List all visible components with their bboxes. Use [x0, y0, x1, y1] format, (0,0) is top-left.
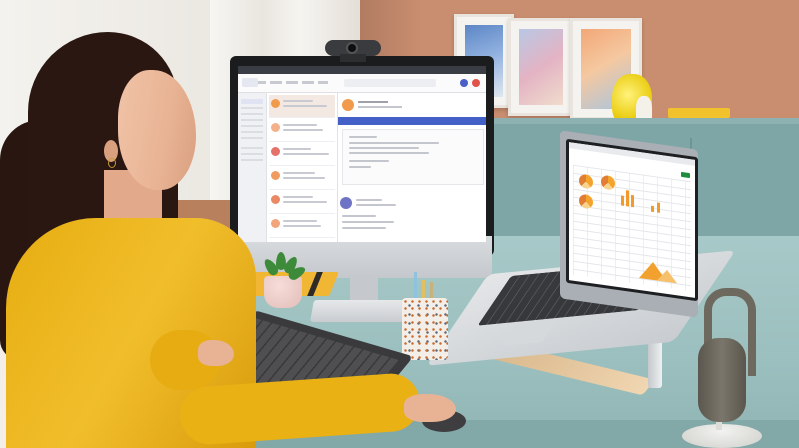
ribbon-tab[interactable]	[302, 81, 314, 84]
sender-avatar	[271, 171, 280, 180]
text-line	[342, 215, 376, 217]
sender-avatar	[271, 99, 280, 108]
list-item[interactable]	[269, 191, 335, 214]
app-ribbon	[238, 74, 486, 93]
wall-art-frame-2	[508, 18, 574, 116]
sender-avatar	[271, 219, 280, 228]
text-line	[283, 153, 329, 155]
folder-item[interactable]	[241, 107, 263, 109]
text-line	[356, 204, 396, 206]
message-header	[342, 97, 482, 115]
ribbon-tab[interactable]	[258, 81, 266, 84]
bar-chart-icon	[657, 202, 660, 213]
search-input[interactable]	[344, 79, 436, 87]
text-line	[283, 196, 313, 198]
text-line	[283, 105, 327, 107]
list-item[interactable]	[269, 215, 335, 238]
plant-pot	[264, 276, 302, 308]
pencil-cup	[402, 298, 448, 360]
sun-icon	[342, 99, 354, 111]
folder-item[interactable]	[241, 131, 263, 133]
right-hand	[404, 394, 456, 422]
avatar-icon[interactable]	[472, 79, 480, 87]
folder-item[interactable]	[241, 125, 263, 127]
avatar-icon[interactable]	[460, 79, 468, 87]
text-line	[283, 201, 327, 203]
bar-chart-icon	[631, 194, 634, 208]
monitor-screen	[238, 66, 486, 242]
list-item[interactable]	[269, 167, 335, 190]
text-line	[283, 177, 325, 179]
bar-chart-icon	[621, 195, 624, 206]
text-line	[283, 129, 323, 131]
photo-scene	[0, 0, 799, 448]
text-line	[283, 124, 317, 126]
text-line	[283, 148, 311, 150]
sender-avatar	[271, 147, 280, 156]
sender-avatar	[271, 195, 280, 204]
text-line	[283, 220, 317, 222]
text-line	[358, 101, 388, 103]
text-line	[283, 225, 321, 227]
headset-earcup	[698, 338, 746, 422]
bar-chart-icon	[626, 190, 629, 207]
webcam-lens-icon	[348, 44, 356, 52]
headset-stand-base	[682, 424, 762, 448]
artwork	[519, 29, 563, 105]
folder-item[interactable]	[241, 137, 263, 139]
text-line	[342, 221, 394, 223]
folder-item[interactable]	[241, 99, 263, 104]
folder-item[interactable]	[241, 159, 263, 161]
laptop-screen	[566, 138, 698, 302]
bar-chart-icon	[651, 205, 654, 213]
text-line	[349, 166, 371, 168]
yellow-book	[668, 108, 730, 118]
message-body	[342, 129, 484, 185]
folder-item[interactable]	[241, 113, 263, 115]
text-line	[356, 199, 382, 201]
folder-pane	[238, 93, 267, 242]
message-list	[267, 93, 338, 242]
left-hand	[198, 340, 234, 366]
text-line	[358, 106, 402, 108]
text-line	[349, 152, 429, 154]
list-item[interactable]	[269, 95, 335, 118]
text-line	[349, 142, 439, 144]
list-item[interactable]	[269, 143, 335, 166]
webcam-clip	[340, 54, 366, 62]
text-line	[283, 100, 313, 102]
banner-bar[interactable]	[338, 117, 486, 125]
reading-pane	[338, 93, 486, 242]
sender-avatar	[271, 123, 280, 132]
text-line	[283, 172, 315, 174]
ribbon-tab[interactable]	[270, 81, 282, 84]
text-line	[349, 147, 419, 149]
ribbon-tab[interactable]	[242, 78, 258, 87]
ribbon-tab[interactable]	[286, 81, 298, 84]
text-line	[349, 160, 389, 162]
app-titlebar	[238, 66, 486, 74]
ribbon-tab[interactable]	[318, 81, 328, 84]
share-button[interactable]	[681, 171, 690, 179]
text-line	[349, 136, 377, 138]
folder-item[interactable]	[241, 147, 263, 149]
moon-icon	[340, 197, 352, 209]
folder-item[interactable]	[241, 119, 263, 121]
earring	[108, 158, 116, 168]
text-line	[342, 227, 386, 229]
list-item[interactable]	[269, 119, 335, 142]
folder-item[interactable]	[241, 153, 263, 155]
